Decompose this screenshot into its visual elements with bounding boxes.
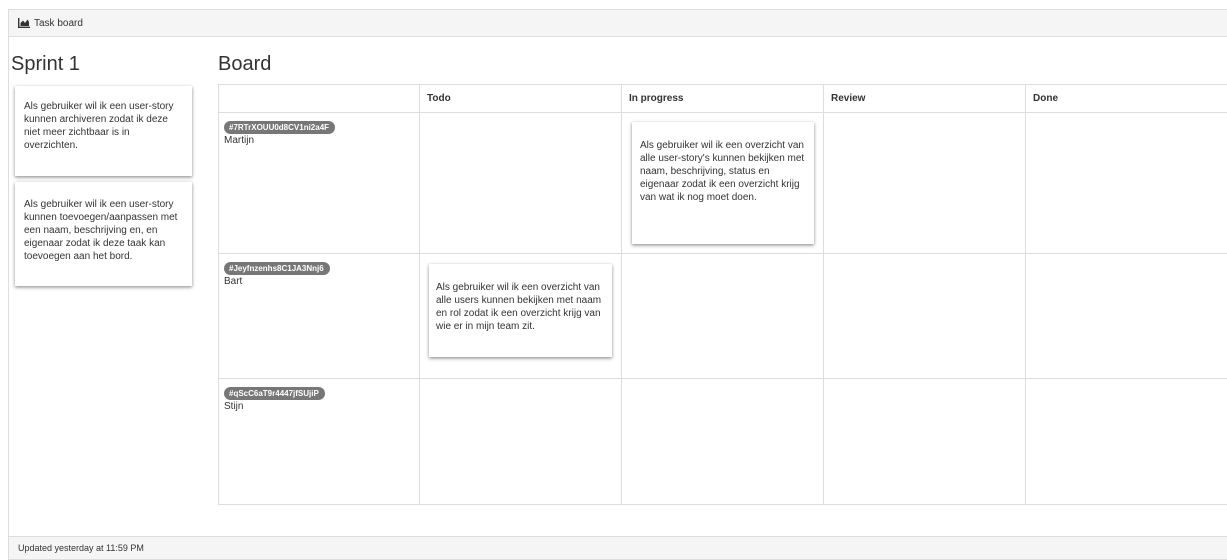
board-title: Board [218,53,272,75]
done-cell[interactable] [1025,378,1227,505]
table-row: #qScC6aT9r4447jfSUjiP Stijn [218,378,1227,505]
column-header-todo: Todo [419,84,622,113]
panel-heading: Task board [9,10,1227,37]
story-cell: #Jeyfnzenhs8C1JA3Nnj6 Bart [218,253,420,379]
table-row: #Jeyfnzenhs8C1JA3Nnj6 Bart Als gebruiker… [218,253,1227,379]
panel-title: Task board [34,17,83,29]
updated-timestamp: Updated yesterday at 11:59 PM [18,543,144,553]
story-id-badge: #7RTrXOUU0d8CV1ni2a4F [224,121,336,134]
story-text: Als gebruiker wil ik een user-story kunn… [24,101,174,151]
todo-cell[interactable] [419,112,622,254]
in-progress-cell[interactable]: Als gebruiker wil ik een overzicht van a… [621,112,824,254]
in-progress-cell[interactable] [621,378,824,505]
story-owner: Stijn [224,401,244,412]
story-cell: #qScC6aT9r4447jfSUjiP Stijn [218,378,420,505]
task-text: Als gebruiker wil ik een overzicht van a… [436,282,602,332]
column-header-review: Review [823,84,1026,113]
backlog-story-card[interactable]: Als gebruiker wil ik een user-story kunn… [15,182,192,286]
todo-cell[interactable]: Als gebruiker wil ik een overzicht van a… [419,253,622,379]
todo-cell[interactable] [419,378,622,505]
column-header-story [218,84,420,113]
done-cell[interactable] [1025,112,1227,254]
table-row: #7RTrXOUU0d8CV1ni2a4F Martijn Als gebrui… [218,112,1227,254]
board-table: Todo In progress Review Done #7RTrXOUU0d… [218,84,1227,505]
sprint-title: Sprint 1 [11,53,80,75]
review-cell[interactable] [823,378,1026,505]
task-card[interactable]: Als gebruiker wil ik een overzicht van a… [632,122,814,244]
story-text: Als gebruiker wil ik een user-story kunn… [24,199,178,262]
column-header-done: Done [1025,84,1227,113]
board-header-row: Todo In progress Review Done [218,84,1227,113]
column-header-in-progress: In progress [621,84,824,113]
backlog-story-card[interactable]: Als gebruiker wil ik een user-story kunn… [15,86,192,176]
review-cell[interactable] [823,112,1026,254]
area-chart-icon [18,18,30,28]
task-card[interactable]: Als gebruiker wil ik een overzicht van a… [429,264,612,357]
in-progress-cell[interactable] [621,253,824,379]
done-cell[interactable] [1025,253,1227,379]
task-text: Als gebruiker wil ik een overzicht van a… [640,140,805,203]
story-owner: Bart [224,276,243,287]
story-owner: Martijn [224,135,255,146]
story-cell: #7RTrXOUU0d8CV1ni2a4F Martijn [218,112,420,254]
panel-footer: Updated yesterday at 11:59 PM [9,536,1227,559]
story-id-badge: #Jeyfnzenhs8C1JA3Nnj6 [224,262,330,275]
story-id-badge: #qScC6aT9r4447jfSUjiP [224,387,325,400]
review-cell[interactable] [823,253,1026,379]
